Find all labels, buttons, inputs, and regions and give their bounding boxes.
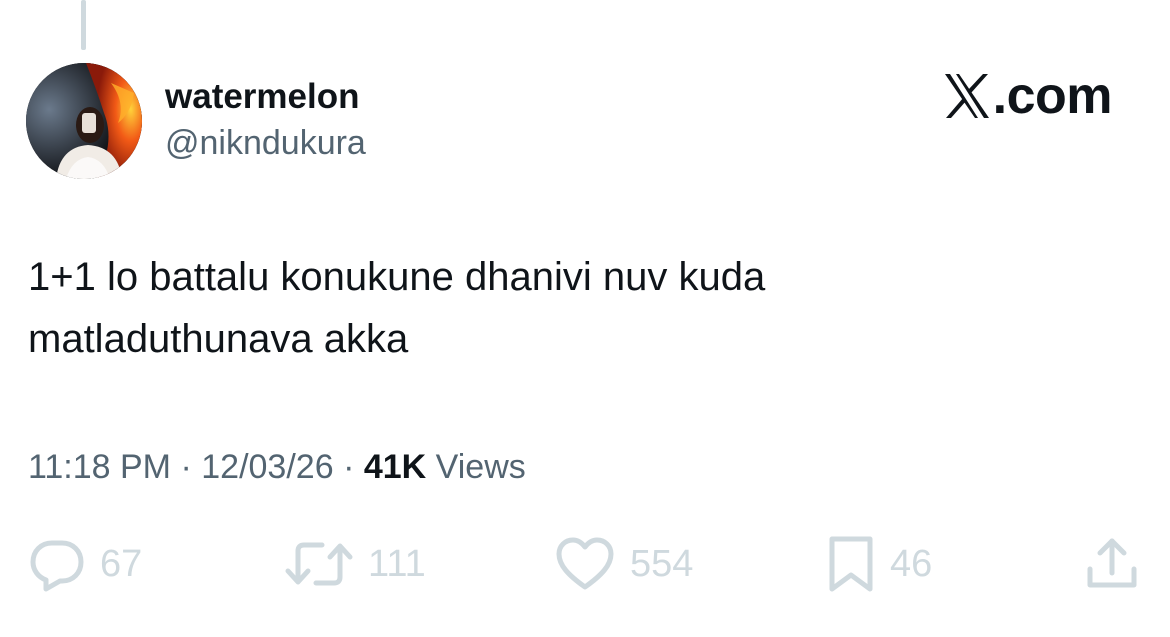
bookmark-count: 46 bbox=[890, 542, 933, 585]
tweet-author: watermelon @nikndukura bbox=[165, 76, 366, 164]
bookmark-button[interactable]: 46 bbox=[826, 534, 932, 594]
thread-connector-line bbox=[81, 0, 86, 50]
heart-icon bbox=[554, 535, 616, 593]
tweet-time[interactable]: 11:18 PM bbox=[28, 448, 171, 486]
tweet-date[interactable]: 12/03/26 bbox=[201, 448, 333, 486]
avatar[interactable] bbox=[26, 63, 142, 179]
share-upload-icon bbox=[1084, 535, 1140, 593]
repost-button[interactable]: 111 bbox=[284, 534, 426, 594]
tweet-text-line: 1+1 lo battalu konukune dhanivi nuv kuda bbox=[28, 255, 766, 299]
like-count: 554 bbox=[630, 542, 694, 585]
reply-button[interactable]: 67 bbox=[28, 534, 142, 594]
action-bar: 67 111 554 46 bbox=[0, 534, 1170, 594]
user-handle[interactable]: @nikndukura bbox=[165, 122, 366, 164]
brand-domain: .com bbox=[992, 67, 1113, 125]
meta-separator: · bbox=[180, 448, 192, 486]
views-count: 41K bbox=[363, 448, 427, 486]
meta-separator: · bbox=[343, 448, 355, 486]
repost-arrows-icon bbox=[284, 535, 354, 593]
brand-logo: .com bbox=[943, 66, 1113, 126]
reply-bubble-icon bbox=[28, 535, 86, 593]
x-logo-icon bbox=[943, 72, 991, 120]
views-label: Views bbox=[435, 448, 526, 486]
repost-count: 111 bbox=[368, 542, 426, 585]
bookmark-icon bbox=[826, 535, 876, 593]
display-name[interactable]: watermelon bbox=[165, 76, 366, 118]
tweet-text-line: matladuthunava akka bbox=[28, 317, 409, 361]
tweet-text: 1+1 lo battalu konukune dhanivi nuv kuda… bbox=[28, 246, 1128, 370]
reply-count: 67 bbox=[100, 542, 143, 585]
like-button[interactable]: 554 bbox=[554, 534, 693, 594]
tweet-metadata: 11:18 PM · 12/03/26 · 41K Views bbox=[28, 446, 526, 488]
share-button[interactable] bbox=[1084, 534, 1140, 594]
avatar-image bbox=[26, 63, 142, 179]
